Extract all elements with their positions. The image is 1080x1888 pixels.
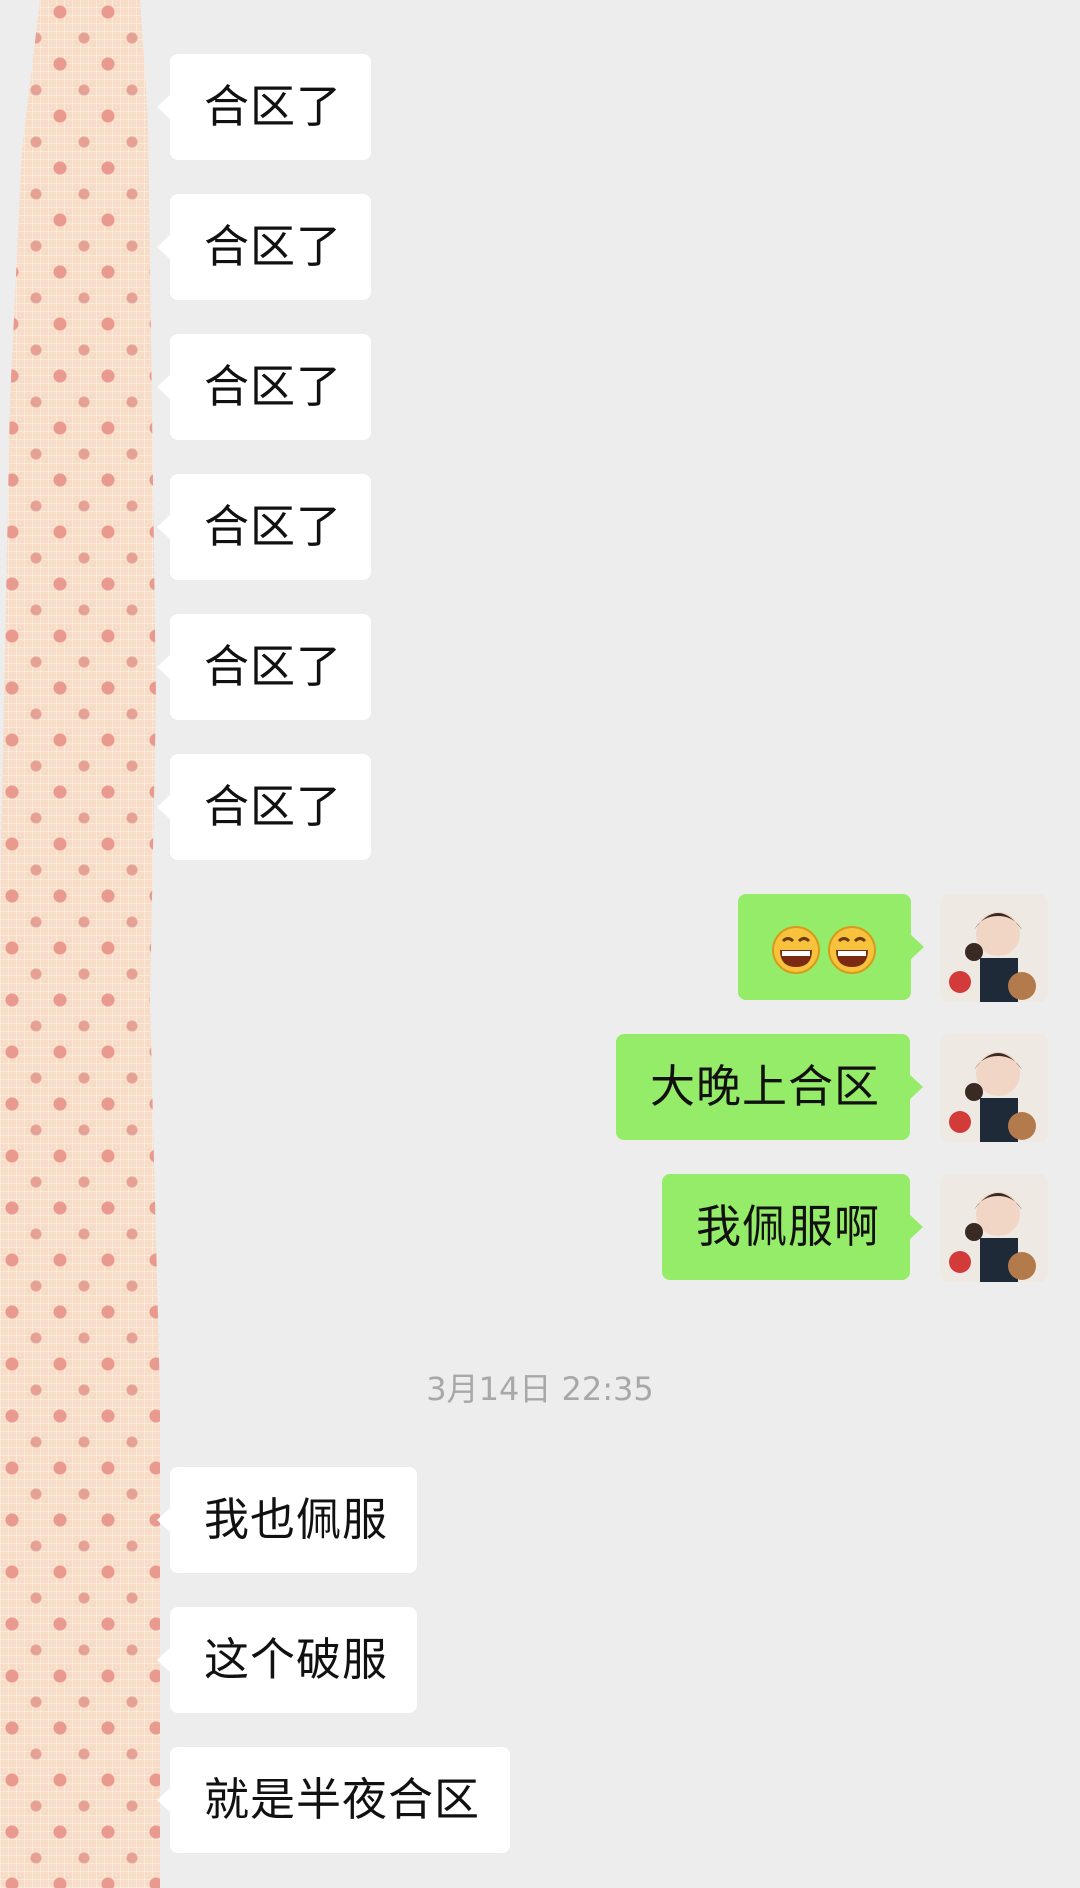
incoming-message[interactable]: 合区了 <box>157 474 371 580</box>
incoming-message[interactable]: 合区了 <box>157 54 371 160</box>
message-text: 合区了 <box>204 780 343 833</box>
incoming-message[interactable]: 我也佩服 <box>157 1467 417 1573</box>
my-avatar[interactable] <box>940 1034 1048 1142</box>
incoming-message[interactable]: 就是半夜合区 <box>157 1747 510 1853</box>
message-text: 合区了 <box>204 220 343 273</box>
outgoing-message[interactable]: 我佩服啊 <box>662 1174 923 1280</box>
message-timestamp: 3月14日 22:35 <box>426 1370 654 1408</box>
message-text: 合区了 <box>204 640 343 693</box>
message-text: 大晚上合区 <box>650 1060 881 1113</box>
incoming-message[interactable]: 这个破服 <box>157 1607 417 1713</box>
outgoing-message-emoji[interactable] <box>738 894 924 1000</box>
incoming-message[interactable]: 合区了 <box>157 334 371 440</box>
message-text: 合区了 <box>204 500 343 553</box>
message-text: 我也佩服 <box>204 1493 389 1546</box>
my-avatar[interactable] <box>940 894 1048 1002</box>
message-text: 这个破服 <box>204 1633 389 1686</box>
obscured-sender-strip <box>0 0 160 1888</box>
message-text: 合区了 <box>204 360 343 413</box>
outgoing-message[interactable]: 大晚上合区 <box>616 1034 923 1140</box>
grinning-face-emoji <box>772 926 820 974</box>
incoming-message[interactable]: 合区了 <box>157 754 371 860</box>
message-text: 我佩服啊 <box>696 1200 881 1253</box>
incoming-message[interactable]: 合区了 <box>157 194 371 300</box>
message-text: 合区了 <box>204 80 343 133</box>
my-avatar[interactable] <box>940 1174 1048 1282</box>
incoming-message[interactable]: 合区了 <box>157 614 371 720</box>
grinning-face-emoji <box>828 926 876 974</box>
message-text: 就是半夜合区 <box>204 1773 481 1826</box>
